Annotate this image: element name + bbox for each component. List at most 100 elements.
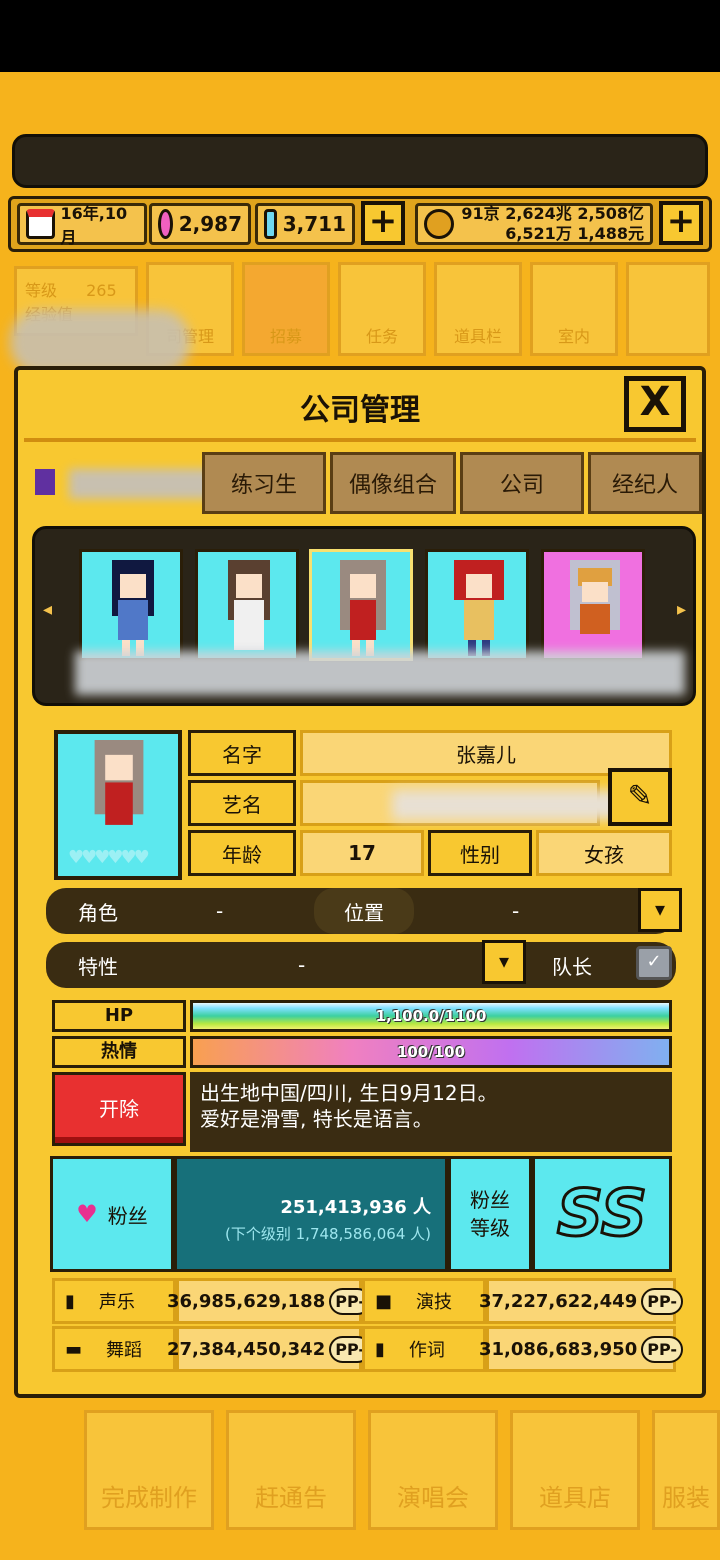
menu-interior-label: 室内 <box>557 327 590 346</box>
tab-trainees-selected[interactable] <box>26 452 229 514</box>
stage-name-label-cell: 艺名 <box>188 780 296 826</box>
pen-icon: ▮ <box>375 1338 385 1360</box>
stage-name-label: 艺名 <box>222 792 262 817</box>
tab-idol-group-label: 偶像组合 <box>348 473 437 498</box>
shoe-icon: ▬ <box>65 1338 83 1360</box>
money-display: 91京 2,624兆 2,508亿 6,521万 1,488元 <box>415 203 653 245</box>
trainee-carousel: ◂ ▸ <box>32 526 696 706</box>
redacted-area <box>10 310 190 374</box>
trainee-card[interactable] <box>195 549 299 661</box>
nav-schedule[interactable]: 赶通告 <box>226 1410 356 1530</box>
nav-item-shop[interactable]: 道具店 <box>510 1410 640 1530</box>
leader-checkbox[interactable]: ✓ <box>636 946 672 980</box>
trainee-card[interactable] <box>541 549 645 661</box>
stat-acting-value: 37,227,622,449 PP- <box>479 1278 684 1324</box>
stat-vocal-number: 36,985,629,188 <box>166 1290 326 1312</box>
menu-tasks[interactable]: 任务 <box>338 262 426 356</box>
nav-costume[interactable]: 服装 <box>652 1410 720 1530</box>
redacted-names <box>75 651 685 695</box>
chevron-down-icon: ▾ <box>654 897 666 921</box>
stat-vocal-label: ▮ 声乐 <box>52 1278 176 1324</box>
hp-label-cell: HP <box>52 1000 186 1032</box>
portrait-sprite <box>94 740 144 825</box>
tab-manager[interactable]: 经纪人 <box>588 452 702 514</box>
trainee-sprite-5 <box>570 560 620 634</box>
bio-text: 出生地中国/四川, 生日9月12日。 爱好是滑雪, 特长是语言。 <box>190 1072 672 1152</box>
age-label: 年龄 <box>222 842 262 867</box>
tab-idol-group[interactable]: 偶像组合 <box>330 452 456 514</box>
stat-lyrics-value: 31,086,683,950 PP- <box>479 1326 684 1372</box>
gender-value: 女孩 <box>584 842 624 867</box>
tab-trainee[interactable]: 练习生 <box>202 452 326 514</box>
carousel-left-arrow-icon[interactable]: ◂ <box>43 599 52 620</box>
stat-row: ▬ 舞蹈 27,384,450,342 PP- ▮ 作词 31,086,683,950… <box>52 1326 684 1372</box>
nav-production[interactable]: 完成制作 <box>84 1410 214 1530</box>
role-value: - <box>216 899 224 923</box>
trainee-card-selected[interactable] <box>309 549 413 661</box>
carousel-right-arrow-icon[interactable]: ▸ <box>677 599 686 620</box>
passion-label-cell: 热情 <box>52 1036 186 1068</box>
trait-dropdown-button[interactable]: ▾ <box>482 940 526 984</box>
stat-dance-label: ▬ 舞蹈 <box>52 1326 176 1372</box>
heart-rating-icon: ♥♥♥♥♥♥ <box>68 847 150 868</box>
menu-items[interactable]: 道具栏 <box>434 262 522 356</box>
tab-company[interactable]: 公司 <box>460 452 584 514</box>
fan-rank: SS <box>556 1176 649 1253</box>
panel-title: 公司管理 <box>300 393 420 428</box>
menu-recruit[interactable]: 招募 <box>242 262 330 356</box>
position-label: 位置 <box>314 888 414 934</box>
nav-concert[interactable]: 演唱会 <box>368 1410 498 1530</box>
role-position-row: 角色 - 位置 - <box>46 888 676 934</box>
menu-items-label: 道具栏 <box>453 327 502 346</box>
hp-label: HP <box>104 1005 134 1026</box>
fire-button[interactable]: 开除 <box>52 1072 186 1146</box>
tab-company-label: 公司 <box>499 473 544 498</box>
add-money-button[interactable]: + <box>659 201 703 245</box>
add-gems-button[interactable]: + <box>361 201 405 245</box>
stat-acting-grade: PP- <box>641 1287 684 1315</box>
age-label-cell: 年龄 <box>188 830 296 876</box>
fan-level-label-box: 粉丝 等级 <box>448 1156 532 1272</box>
stat-acting-name: 演技 <box>416 1292 453 1313</box>
fan-level-label-1: 粉丝 <box>470 1188 510 1212</box>
leader-label: 队长 <box>552 954 592 979</box>
date-display: 16年,10月 <box>17 203 147 247</box>
tab-manager-label: 经纪人 <box>611 473 678 498</box>
stat-acting-label: ■ 演技 <box>362 1278 486 1324</box>
nav-item-shop-label: 道具店 <box>539 1484 611 1512</box>
money-line-2: 6,521万 1,488元 <box>505 224 644 243</box>
gender-value-cell: 女孩 <box>536 830 672 876</box>
fans-label-box: ♥ 粉丝 <box>50 1156 174 1272</box>
trainee-card[interactable] <box>425 549 529 661</box>
menu-recruit-label: 招募 <box>269 327 302 346</box>
camera-icon: ■ <box>375 1290 393 1312</box>
bio-line-1: 出生地中国/四川, 生日9月12日。 <box>200 1081 498 1105</box>
hp-bar: 1,100.0/1100 <box>190 1000 672 1032</box>
menu-mail[interactable] <box>626 262 710 356</box>
trainee-card[interactable] <box>79 549 183 661</box>
trait-label: 特性 <box>78 954 118 979</box>
fan-rank-box: SS <box>532 1156 672 1272</box>
nav-concert-label: 演唱会 <box>397 1484 469 1512</box>
menu-interior[interactable]: 室内 <box>530 262 618 356</box>
fans-next-level: (下个级别 1,748,586,064 人) <box>225 1225 431 1243</box>
edit-name-button[interactable]: ✎ <box>608 768 672 826</box>
bottom-nav: 完成制作 赶通告 演唱会 道具店 服装 <box>0 1400 720 1560</box>
blue-gem-icon <box>264 209 277 239</box>
trainee-portrait: ♥♥♥♥♥♥ <box>54 730 182 880</box>
passion-bar: 100/100 <box>190 1036 672 1068</box>
nav-costume-label: 服装 <box>662 1484 710 1512</box>
trainee-sprite-3 <box>340 560 386 656</box>
nav-production-label: 完成制作 <box>101 1484 197 1512</box>
name-label-cell: 名字 <box>188 730 296 776</box>
gender-label-cell: 性别 <box>428 830 532 876</box>
pink-gem-count: 2,987 <box>178 212 242 236</box>
stat-dance-name: 舞蹈 <box>106 1340 143 1361</box>
stat-dance-number: 27,384,450,342 <box>166 1338 326 1360</box>
redacted-stage-name <box>392 790 622 820</box>
resource-bar: 16年,10月 2,987 3,711 + 91京 2,624兆 2,508亿 … <box>8 196 712 252</box>
stat-lyrics-number: 31,086,683,950 <box>478 1338 638 1360</box>
position-dropdown-button[interactable]: ▾ <box>638 888 682 932</box>
close-button[interactable]: X <box>624 376 686 432</box>
level-value: 265 <box>86 281 117 300</box>
